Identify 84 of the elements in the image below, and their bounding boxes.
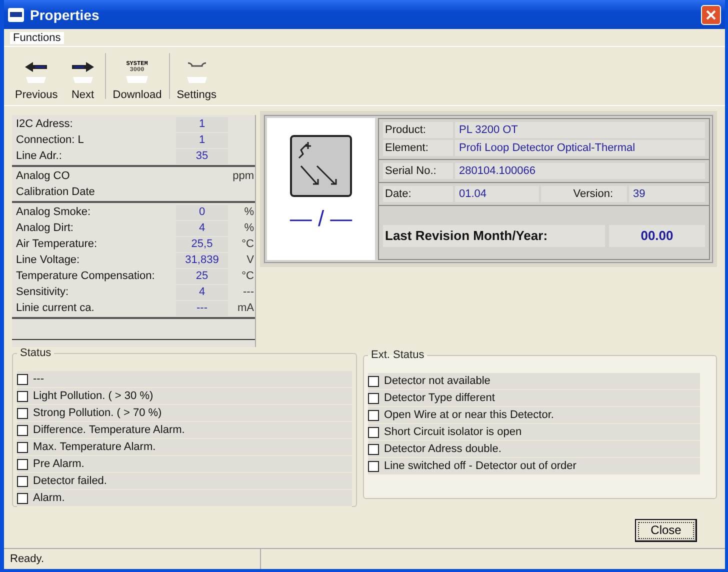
value-field: 4: [176, 284, 228, 300]
close-button[interactable]: [701, 4, 721, 24]
checkbox[interactable]: [17, 442, 28, 452]
checkbox-label: Strong Pollution. ( > 70 %): [33, 407, 162, 419]
checkbox[interactable]: [17, 374, 28, 384]
value-field: 25: [176, 268, 228, 284]
checkbox-label: Detector not available: [384, 375, 490, 387]
value-field: 31,839: [176, 252, 228, 268]
field-label: Version:: [541, 186, 627, 202]
checkbox-label: Max. Temperature Alarm.: [33, 441, 156, 453]
symbol-caption: — / —: [290, 206, 352, 232]
checkbox[interactable]: [17, 492, 28, 504]
value-label: Sensitivity:: [15, 286, 70, 298]
unit-label: ---: [242, 286, 254, 298]
field-label: Product:: [383, 122, 453, 138]
checkbox[interactable]: [17, 390, 28, 402]
field-label: Date:: [383, 186, 453, 202]
checkbox[interactable]: [368, 460, 379, 472]
unit-label: %: [243, 222, 254, 234]
revision-value: 00.00: [609, 224, 705, 246]
value-label: Connection: L: [15, 134, 85, 146]
value-label: I2C Adress:: [15, 118, 74, 130]
value-label: Line Adr.:: [15, 150, 63, 162]
unit-label: %: [243, 206, 254, 218]
unit-label: mA: [236, 302, 254, 314]
value-label: Line Voltage:: [15, 254, 81, 266]
checkbox-label: Detector failed.: [33, 475, 107, 487]
value-field: ---: [176, 300, 228, 316]
checkbox[interactable]: [17, 424, 28, 436]
checkbox[interactable]: [17, 476, 28, 486]
value-field: 1: [176, 132, 228, 148]
checkbox-label: ---: [33, 373, 44, 385]
value-label: Temperature Compensation:: [15, 270, 156, 282]
field-value: 280104.100066: [455, 163, 705, 179]
toolbar-button[interactable]: Settings: [172, 49, 222, 103]
value-field: 0: [176, 204, 228, 220]
value-field: 4: [176, 220, 228, 236]
value-label: Linie current ca.: [15, 302, 96, 314]
value-label: Analog CO: [15, 170, 71, 182]
checkbox-label: Short Circuit isolator is open: [384, 426, 522, 438]
checkbox-label: Difference. Temperature Alarm.: [33, 424, 185, 436]
field-label: Element:: [383, 140, 453, 156]
checkbox-label: Light Pollution. ( > 30 %): [33, 390, 154, 402]
status-text: Ready.: [4, 549, 261, 569]
checkbox[interactable]: [368, 392, 379, 404]
unit-label: °C: [240, 270, 254, 282]
field-value: 39: [629, 186, 705, 202]
value-field: 1: [176, 116, 228, 132]
value-label: Analog Smoke:: [15, 206, 92, 218]
detector-symbol-icon: [289, 134, 353, 198]
window-title: Properties: [30, 6, 100, 22]
checkbox-label: Detector Adress double.: [384, 443, 502, 455]
value-label: Analog Dirt:: [15, 222, 74, 234]
checkbox-label: Pre Alarm.: [33, 458, 84, 470]
close-button[interactable]: Close: [635, 519, 697, 542]
checkbox[interactable]: [17, 458, 28, 470]
value-field: 35: [176, 148, 228, 164]
checkbox[interactable]: [17, 408, 28, 418]
app-icon: [8, 8, 24, 22]
field-value: Profi Loop Detector Optical-Thermal: [455, 140, 705, 156]
group-title: Status: [19, 347, 52, 359]
checkbox-label: Alarm.: [33, 492, 65, 504]
checkbox-label: Line switched off - Detector out of order: [384, 460, 576, 472]
checkbox-label: Detector Type different: [384, 392, 495, 404]
toolbar-button[interactable]: Previous: [10, 49, 63, 103]
checkbox[interactable]: [368, 444, 379, 454]
unit-label: V: [246, 254, 254, 266]
value-field: 25,5: [176, 236, 228, 252]
unit-label: °C: [240, 238, 254, 250]
value-label: Air Temperature:: [15, 238, 98, 250]
field-label: Serial No.:: [383, 163, 453, 179]
checkbox[interactable]: [368, 426, 379, 438]
group-title: Ext. Status: [370, 349, 426, 361]
checkbox[interactable]: [368, 410, 379, 420]
checkbox-label: Open Wire at or near this Detector.: [384, 409, 554, 421]
field-value: 01.04: [455, 186, 539, 202]
toolbar-button[interactable]: Next: [62, 49, 103, 103]
close-icon: [706, 10, 716, 20]
menu-item[interactable]: Functions: [10, 32, 64, 44]
field-value: PL 3200 OT: [455, 122, 705, 138]
checkbox[interactable]: [368, 376, 379, 386]
revision-label: Last Revision Month/Year:: [383, 224, 605, 246]
value-label: Calibration Date: [15, 186, 96, 198]
unit-label: ppm: [232, 170, 254, 182]
